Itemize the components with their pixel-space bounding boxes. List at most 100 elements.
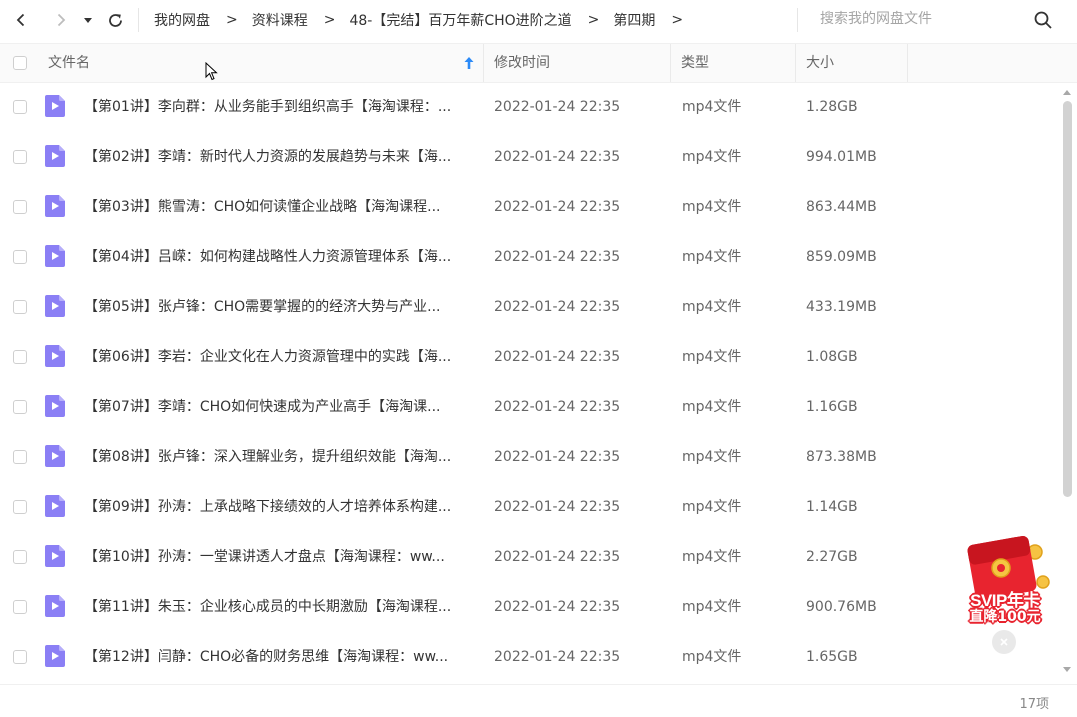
file-modified-time: 2022-01-24 22:35 [494, 99, 621, 115]
row-checkbox[interactable] [13, 100, 27, 114]
row-checkbox[interactable] [13, 600, 27, 614]
file-name[interactable]: 【第12讲】闫静：CHO必备的财务思维【海淘课程：ww... [84, 632, 476, 682]
sort-ascending-icon[interactable] [463, 56, 475, 70]
file-size: 863.44MB [806, 199, 877, 215]
column-header-type[interactable]: 类型 [681, 44, 709, 82]
file-modified-time: 2022-01-24 22:35 [494, 399, 621, 415]
table-row[interactable]: 【第01讲】李向群：从业务能手到组织高手【海淘课程：... 2022-01-24 … [0, 82, 1060, 132]
file-size: 1.65GB [806, 649, 858, 665]
table-row[interactable]: 【第08讲】张卢锋：深入理解业务，提升组织效能【海淘... 2022-01-24 … [0, 432, 1060, 482]
refresh-button[interactable] [103, 8, 127, 32]
table-row[interactable]: 【第03讲】熊雪涛：CHO如何读懂企业战略【海淘课程... 2022-01-24 … [0, 182, 1060, 232]
table-row[interactable]: 【第02讲】李靖：新时代人力资源的发展趋势与未来【海... 2022-01-24 … [0, 132, 1060, 182]
video-file-icon [45, 345, 65, 367]
column-divider[interactable] [795, 44, 796, 82]
file-type: mp4文件 [682, 149, 742, 165]
column-header-modified[interactable]: 修改时间 [494, 44, 550, 82]
table-row[interactable]: 【第12讲】闫静：CHO必备的财务思维【海淘课程：ww... 2022-01-24… [0, 632, 1060, 682]
promo-subtitle: 直降100元 [969, 609, 1041, 625]
row-checkbox[interactable] [13, 250, 27, 264]
scroll-up-arrow-icon[interactable] [1062, 88, 1072, 96]
file-modified-time: 2022-01-24 22:35 [494, 199, 621, 215]
file-name[interactable]: 【第10讲】孙涛：一堂课讲透人才盘点【海淘课程：ww... [84, 532, 476, 582]
scrollbar-thumb[interactable] [1063, 101, 1072, 497]
file-modified-time: 2022-01-24 22:35 [494, 549, 621, 565]
breadcrumb-expand[interactable]: > [671, 12, 683, 28]
history-dropdown-button[interactable] [78, 8, 98, 32]
row-checkbox[interactable] [13, 450, 27, 464]
svip-promo-banner[interactable]: SVIP年卡 直降100元 [955, 530, 1055, 630]
row-checkbox[interactable] [13, 400, 27, 414]
video-file-icon [45, 295, 65, 317]
table-row[interactable]: 【第10讲】孙涛：一堂课讲透人才盘点【海淘课程：ww... 2022-01-24 … [0, 532, 1060, 582]
file-type: mp4文件 [682, 99, 742, 115]
file-type: mp4文件 [682, 599, 742, 615]
file-size: 900.76MB [806, 599, 877, 615]
breadcrumb-item-course[interactable]: 资料课程 [252, 10, 308, 30]
row-checkbox[interactable] [13, 350, 27, 364]
file-modified-time: 2022-01-24 22:35 [494, 499, 621, 515]
column-divider[interactable] [907, 44, 908, 82]
table-row[interactable]: 【第06讲】李岩：企业文化在人力资源管理中的实践【海... 2022-01-24 … [0, 332, 1060, 382]
search-divider [797, 8, 798, 32]
column-divider[interactable] [670, 44, 671, 82]
file-name[interactable]: 【第08讲】张卢锋：深入理解业务，提升组织效能【海淘... [84, 432, 476, 482]
file-type: mp4文件 [682, 649, 742, 665]
select-all-checkbox[interactable] [13, 56, 27, 70]
caret-down-icon [84, 18, 92, 23]
file-size: 873.38MB [806, 449, 877, 465]
file-modified-time: 2022-01-24 22:35 [494, 449, 621, 465]
table-row[interactable]: 【第09讲】孙涛：上承战略下接绩效的人才培养体系构建... 2022-01-24 … [0, 482, 1060, 532]
toolbar-divider [138, 8, 139, 32]
row-checkbox[interactable] [13, 200, 27, 214]
file-size: 1.08GB [806, 349, 858, 365]
file-name[interactable]: 【第05讲】张卢锋：CHO需要掌握的的经济大势与产业... [84, 282, 476, 332]
row-checkbox[interactable] [13, 500, 27, 514]
file-name[interactable]: 【第06讲】李岩：企业文化在人力资源管理中的实践【海... [84, 332, 476, 382]
file-modified-time: 2022-01-24 22:35 [494, 599, 621, 615]
breadcrumb-item-current[interactable]: 第四期 [613, 10, 655, 30]
table-header: 文件名 修改时间 类型 大小 [0, 43, 1077, 83]
column-divider[interactable] [483, 44, 484, 82]
top-toolbar: 我的网盘 > 资料课程 > 48-【完结】百万年薪CHO进阶之道 > 第四期 > [0, 0, 1077, 40]
file-name[interactable]: 【第04讲】吕嵘：如何构建战略性人力资源管理体系【海... [84, 232, 476, 282]
file-size: 2.27GB [806, 549, 858, 565]
column-header-size[interactable]: 大小 [806, 44, 834, 82]
breadcrumb-separator: > [323, 12, 336, 28]
search-icon[interactable] [1032, 9, 1054, 31]
row-checkbox[interactable] [13, 550, 27, 564]
file-size: 1.16GB [806, 399, 858, 415]
back-button[interactable] [9, 8, 33, 32]
file-type: mp4文件 [682, 199, 742, 215]
promo-close-button[interactable] [992, 630, 1016, 654]
file-modified-time: 2022-01-24 22:35 [494, 299, 621, 315]
file-size: 994.01MB [806, 149, 877, 165]
file-name[interactable]: 【第03讲】熊雪涛：CHO如何读懂企业战略【海淘课程... [84, 182, 476, 232]
file-name[interactable]: 【第11讲】朱玉：企业核心成员的中长期激励【海淘课程... [84, 582, 476, 632]
chevron-left-icon [16, 13, 25, 27]
breadcrumb-item-root[interactable]: 我的网盘 [154, 10, 210, 30]
breadcrumb-separator: > [226, 12, 238, 28]
file-name[interactable]: 【第01讲】李向群：从业务能手到组织高手【海淘课程：... [84, 82, 476, 132]
file-name[interactable]: 【第09讲】孙涛：上承战略下接绩效的人才培养体系构建... [84, 482, 476, 532]
row-checkbox[interactable] [13, 150, 27, 164]
video-file-icon [45, 95, 65, 117]
table-row[interactable]: 【第05讲】张卢锋：CHO需要掌握的的经济大势与产业... 2022-01-24 … [0, 282, 1060, 332]
search-input[interactable] [820, 8, 1020, 30]
file-size: 859.09MB [806, 249, 877, 265]
file-name[interactable]: 【第02讲】李靖：新时代人力资源的发展趋势与未来【海... [84, 132, 476, 182]
table-row[interactable]: 【第04讲】吕嵘：如何构建战略性人力资源管理体系【海... 2022-01-24 … [0, 232, 1060, 282]
scroll-down-arrow-icon[interactable] [1062, 666, 1072, 674]
row-checkbox[interactable] [13, 300, 27, 314]
column-header-name[interactable]: 文件名 [48, 44, 478, 82]
file-type: mp4文件 [682, 399, 742, 415]
video-file-icon [45, 195, 65, 217]
table-row[interactable]: 【第11讲】朱玉：企业核心成员的中长期激励【海淘课程... 2022-01-24 … [0, 582, 1060, 632]
forward-button[interactable] [49, 8, 73, 32]
breadcrumb-item-folder[interactable]: 48-【完结】百万年薪CHO进阶之道 [349, 10, 571, 30]
row-checkbox[interactable] [13, 650, 27, 664]
mouse-cursor-icon [205, 62, 218, 81]
file-name[interactable]: 【第07讲】李靖：CHO如何快速成为产业高手【海淘课... [84, 382, 476, 432]
table-row[interactable]: 【第07讲】李靖：CHO如何快速成为产业高手【海淘课... 2022-01-24 … [0, 382, 1060, 432]
video-file-icon [45, 245, 65, 267]
